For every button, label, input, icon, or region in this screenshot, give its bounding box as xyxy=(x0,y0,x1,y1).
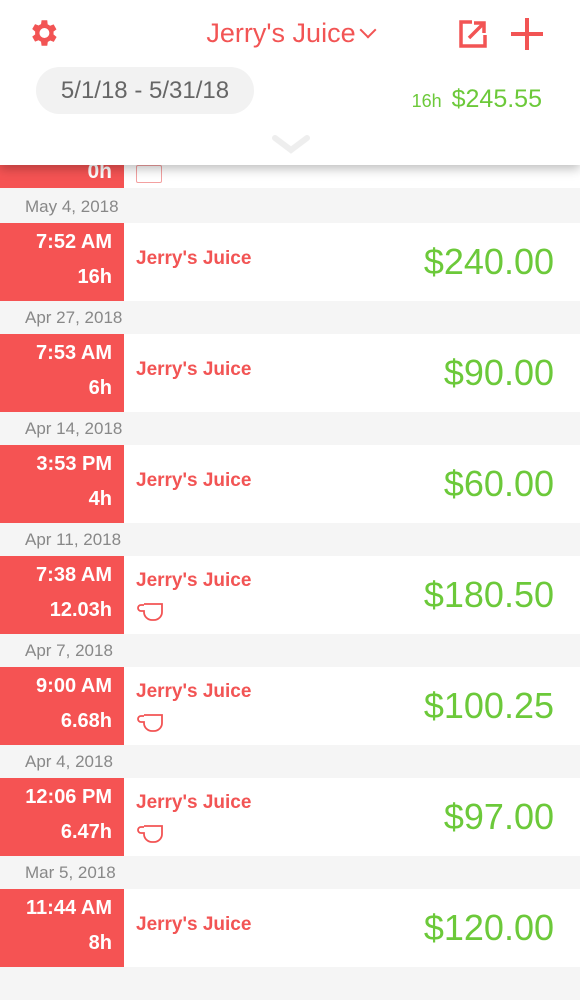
entry-client: Jerry's Juice xyxy=(136,681,252,702)
entry-duration: 6h xyxy=(88,377,112,399)
entry-row[interactable]: 7:38 AM 12.03h Jerry's Juice $180.50 xyxy=(0,556,580,634)
entry-duration: 12.03h xyxy=(49,599,112,621)
entry-row[interactable]: 7:52 AM 16h Jerry's Juice $240.00 xyxy=(0,223,580,301)
date-header: May 4, 2018 xyxy=(0,190,580,223)
date-header: Apr 14, 2018 xyxy=(0,412,580,445)
entry-time: 11:44 AM xyxy=(26,897,112,919)
entry-row[interactable]: 12:06 PM 6.47h Jerry's Juice $97.00 xyxy=(0,778,580,856)
entry-client: Jerry's Juice xyxy=(136,570,252,591)
entry-row[interactable]: 11:44 AM 8h Jerry's Juice $120.00 xyxy=(0,889,580,967)
entry-time: 9:00 AM xyxy=(36,675,112,697)
period-totals: 16h $245.55 xyxy=(412,85,542,114)
entry-amount: $60.00 xyxy=(443,463,554,504)
date-range-button[interactable]: 5/1/18 - 5/31/18 xyxy=(36,67,254,114)
pull-down-chevron-icon[interactable] xyxy=(272,134,310,154)
cup-icon xyxy=(137,714,163,732)
entry-duration: 8h xyxy=(88,932,112,954)
entry-amount: $180.50 xyxy=(423,574,554,615)
time-block: 11:44 AM 8h xyxy=(0,889,124,967)
date-header: Apr 7, 2018 xyxy=(0,634,580,667)
cup-icon xyxy=(137,603,163,621)
export-icon[interactable] xyxy=(458,19,488,49)
camera-icon xyxy=(136,165,162,183)
client-selector[interactable]: Jerry's Juice xyxy=(0,18,580,49)
time-block: 12:06 PM 6.47h xyxy=(0,778,124,856)
entry-client: Jerry's Juice xyxy=(136,792,252,813)
time-block: 9:00 AM 6.68h xyxy=(0,667,124,745)
entry-duration: 6.68h xyxy=(60,710,112,732)
entry-row[interactable]: 7:53 AM 6h Jerry's Juice $90.00 xyxy=(0,334,580,412)
entry-time: 7:38 AM xyxy=(36,564,112,586)
chevron-down-icon xyxy=(359,21,377,39)
entry-time: 7:53 AM xyxy=(36,342,112,364)
entry-client: Jerry's Juice xyxy=(136,359,252,380)
entry-amount: $240.00 xyxy=(423,241,554,282)
entry-time: 12:06 PM xyxy=(25,786,112,808)
entry-row[interactable]: 9:00 AM 6.68h Jerry's Juice $100.25 xyxy=(0,667,580,745)
header: Jerry's Juice 5/1/18 - 5/31/18 16h $245.5… xyxy=(0,0,580,165)
entry-duration: 6.47h xyxy=(60,821,112,843)
page-title: Jerry's Juice xyxy=(206,18,356,48)
date-header: Apr 11, 2018 xyxy=(0,523,580,556)
total-amount: $245.55 xyxy=(451,85,542,113)
entry-time: 3:53 PM xyxy=(36,453,112,475)
entry-amount: $97.00 xyxy=(443,796,554,837)
date-header: Mar 5, 2018 xyxy=(0,856,580,889)
date-header: Apr 27, 2018 xyxy=(0,301,580,334)
time-block: 7:53 AM 6h xyxy=(0,334,124,412)
time-block: 7:38 AM 12.03h xyxy=(0,556,124,634)
time-block: 7:52 AM 16h xyxy=(0,223,124,301)
entry-row[interactable]: 3:53 PM 4h Jerry's Juice $60.00 xyxy=(0,445,580,523)
date-header: Apr 4, 2018 xyxy=(0,745,580,778)
entry-client: Jerry's Juice xyxy=(136,470,252,491)
entry-amount: $120.00 xyxy=(423,907,554,948)
plus-icon[interactable] xyxy=(510,17,544,51)
entry-duration: 16h xyxy=(77,266,112,288)
entry-client: Jerry's Juice xyxy=(136,914,252,935)
total-hours: 16h xyxy=(411,91,442,111)
entry-amount: $90.00 xyxy=(443,352,554,393)
entry-amount: $100.25 xyxy=(423,685,554,726)
cup-icon xyxy=(137,825,163,843)
entry-time: 7:52 AM xyxy=(36,231,112,253)
time-block: 3:53 PM 4h xyxy=(0,445,124,523)
entry-duration: 4h xyxy=(88,488,112,510)
entry-client: Jerry's Juice xyxy=(136,248,252,269)
